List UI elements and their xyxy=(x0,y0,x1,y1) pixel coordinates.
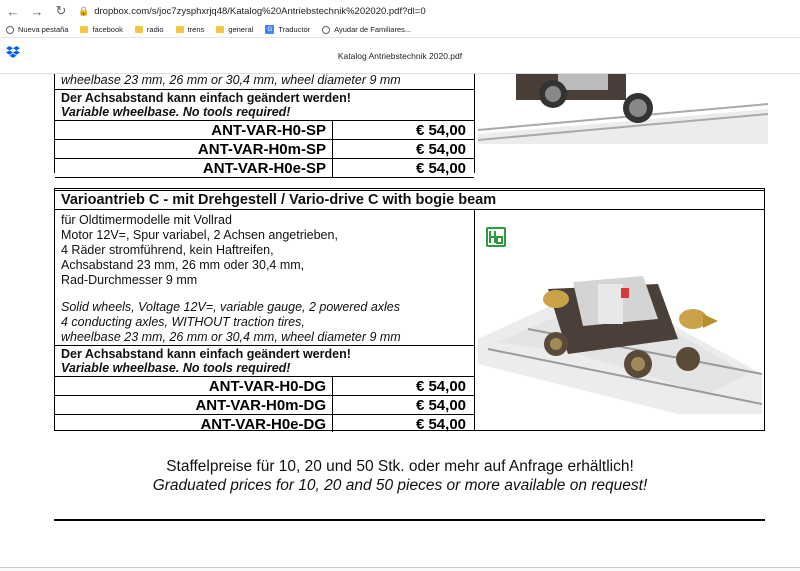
table-border-middle xyxy=(474,209,475,431)
bookmark-ayudar[interactable]: Ayudar de Familiares... xyxy=(322,25,411,34)
bookmark-facebook[interactable]: facebook xyxy=(80,25,123,34)
table-row: ANT-VAR-H0-DG € 54,00 xyxy=(55,376,474,396)
desc-de-line: Achsabstand 23 mm, 26 mm oder 30,4 mm, xyxy=(61,258,305,272)
table-double-line xyxy=(54,190,765,191)
page-rule xyxy=(54,519,765,521)
url-text: dropbox.com/s/joc7zysphxrjq48/Katalog%20… xyxy=(94,5,426,17)
bookmark-nueva-pestana[interactable]: Nueva pestaña xyxy=(6,25,68,34)
bookmark-general[interactable]: general xyxy=(216,25,253,34)
note-en: Variable wheelbase. No tools required! xyxy=(61,361,291,375)
product-heading: Varioantrieb C - mit Drehgestell / Vario… xyxy=(61,192,497,208)
bookmark-label: facebook xyxy=(92,25,123,34)
bookmark-label: trens xyxy=(187,25,205,34)
bookmark-label: general xyxy=(228,25,254,34)
product-price: € 54,00 xyxy=(332,396,474,415)
address-bar[interactable]: 🔒 dropbox.com/s/joc7zysphxrjq48/Katalog%… xyxy=(78,6,426,17)
bookmarks-bar: Nueva pestaña facebook radio trens gener… xyxy=(0,22,800,38)
product-code: ANT-VAR-H0-SP xyxy=(211,122,326,139)
translate-icon: G xyxy=(265,25,275,34)
product-code: ANT-VAR-H0m-SP xyxy=(197,141,326,158)
note-de: Der Achsabstand kann einfach geändert we… xyxy=(61,347,351,361)
bookmark-label: Ayudar de Familiares... xyxy=(334,25,412,34)
note-en: Variable wheelbase. No tools required! xyxy=(61,105,291,119)
desc-en-line: wheelbase 23 mm, 26 mm or 30,4 mm, wheel… xyxy=(61,330,401,344)
product-code: ANT-VAR-H0e-SP xyxy=(202,160,326,177)
table-divider xyxy=(54,209,765,210)
product-price: € 54,00 xyxy=(332,159,474,178)
bookmark-radio[interactable]: radio xyxy=(134,25,164,34)
bookmark-trens[interactable]: trens xyxy=(175,25,205,34)
product-code: ANT-VAR-H0e-DG xyxy=(200,416,326,433)
product-price: € 54,00 xyxy=(332,121,474,140)
reload-button[interactable]: ↻ xyxy=(54,3,68,19)
table-divider xyxy=(54,89,474,90)
table-row: ANT-VAR-H0-SP € 54,00 xyxy=(55,120,474,140)
desc-de-line: Motor 12V=, Spur variabel, 2 Achsen ange… xyxy=(61,228,338,242)
lock-icon: 🔒 xyxy=(78,5,90,16)
bookmark-traductor[interactable]: G Traductor xyxy=(265,25,310,34)
table-row: ANT-VAR-H0e-DG € 54,00 xyxy=(55,414,474,433)
desc-en-line: Solid wheels, Voltage 12V=, variable gau… xyxy=(61,300,400,314)
graduated-prices-en: Graduated prices for 10, 20 and 50 piece… xyxy=(152,477,648,494)
table-divider xyxy=(54,345,474,346)
note-de: Der Achsabstand kann einfach geändert we… xyxy=(61,91,351,105)
product-code: ANT-VAR-H0m-DG xyxy=(195,397,326,414)
folder-icon xyxy=(134,26,143,33)
product-price: € 54,00 xyxy=(332,415,474,433)
bookmark-label: Nueva pestaña xyxy=(18,25,69,34)
product-code: ANT-VAR-H0-DG xyxy=(208,378,326,395)
globe-icon xyxy=(322,25,331,34)
desc-de-line: 4 Räder stromführend, kein Haftreifen, xyxy=(61,243,274,257)
product-price: € 54,00 xyxy=(332,377,474,396)
bookmark-label: Traductor xyxy=(278,25,311,34)
folder-icon xyxy=(175,26,184,33)
back-button[interactable]: ← xyxy=(6,4,20,19)
spec-en-line: wheelbase 23 mm, 26 mm or 30,4 mm, wheel… xyxy=(61,74,401,87)
desc-de-line: Rad-Durchmesser 9 mm xyxy=(61,273,198,287)
folder-icon xyxy=(80,26,89,33)
globe-icon xyxy=(6,25,14,34)
document-title: Katalog Antriebstechnik 2020.pdf xyxy=(337,51,463,61)
drive-unit-photo-top xyxy=(478,74,768,144)
viewer-header: Katalog Antriebstechnik 2020.pdf xyxy=(0,38,800,74)
desc-de-line: für Oldtimermodelle mit Vollrad xyxy=(61,213,232,227)
pdf-page[interactable]: wheelbase 23 mm, 26 mm or 30,4 mm, wheel… xyxy=(0,74,800,571)
table-border-middle xyxy=(474,74,475,173)
viewer-bottom-edge xyxy=(0,567,800,571)
desc-en-line: 4 conducting axles, WITHOUT traction tir… xyxy=(61,315,305,329)
table-row: ANT-VAR-H0m-DG € 54,00 xyxy=(55,395,474,415)
folder-icon xyxy=(216,26,225,33)
table-row: ANT-VAR-H0e-SP € 54,00 xyxy=(55,158,474,178)
browser-toolbar: ← → ↻ 🔒 dropbox.com/s/joc7zysphxrjq48/Ka… xyxy=(0,0,800,22)
graduated-prices-de: Staffelpreise für 10, 20 und 50 Stk. ode… xyxy=(166,458,634,475)
bookmark-label: radio xyxy=(146,25,164,34)
vario-drive-c-photo xyxy=(478,276,762,414)
table-row: ANT-VAR-H0m-SP € 54,00 xyxy=(55,139,474,159)
product-price: € 54,00 xyxy=(332,140,474,159)
forward-button[interactable]: → xyxy=(30,4,44,19)
